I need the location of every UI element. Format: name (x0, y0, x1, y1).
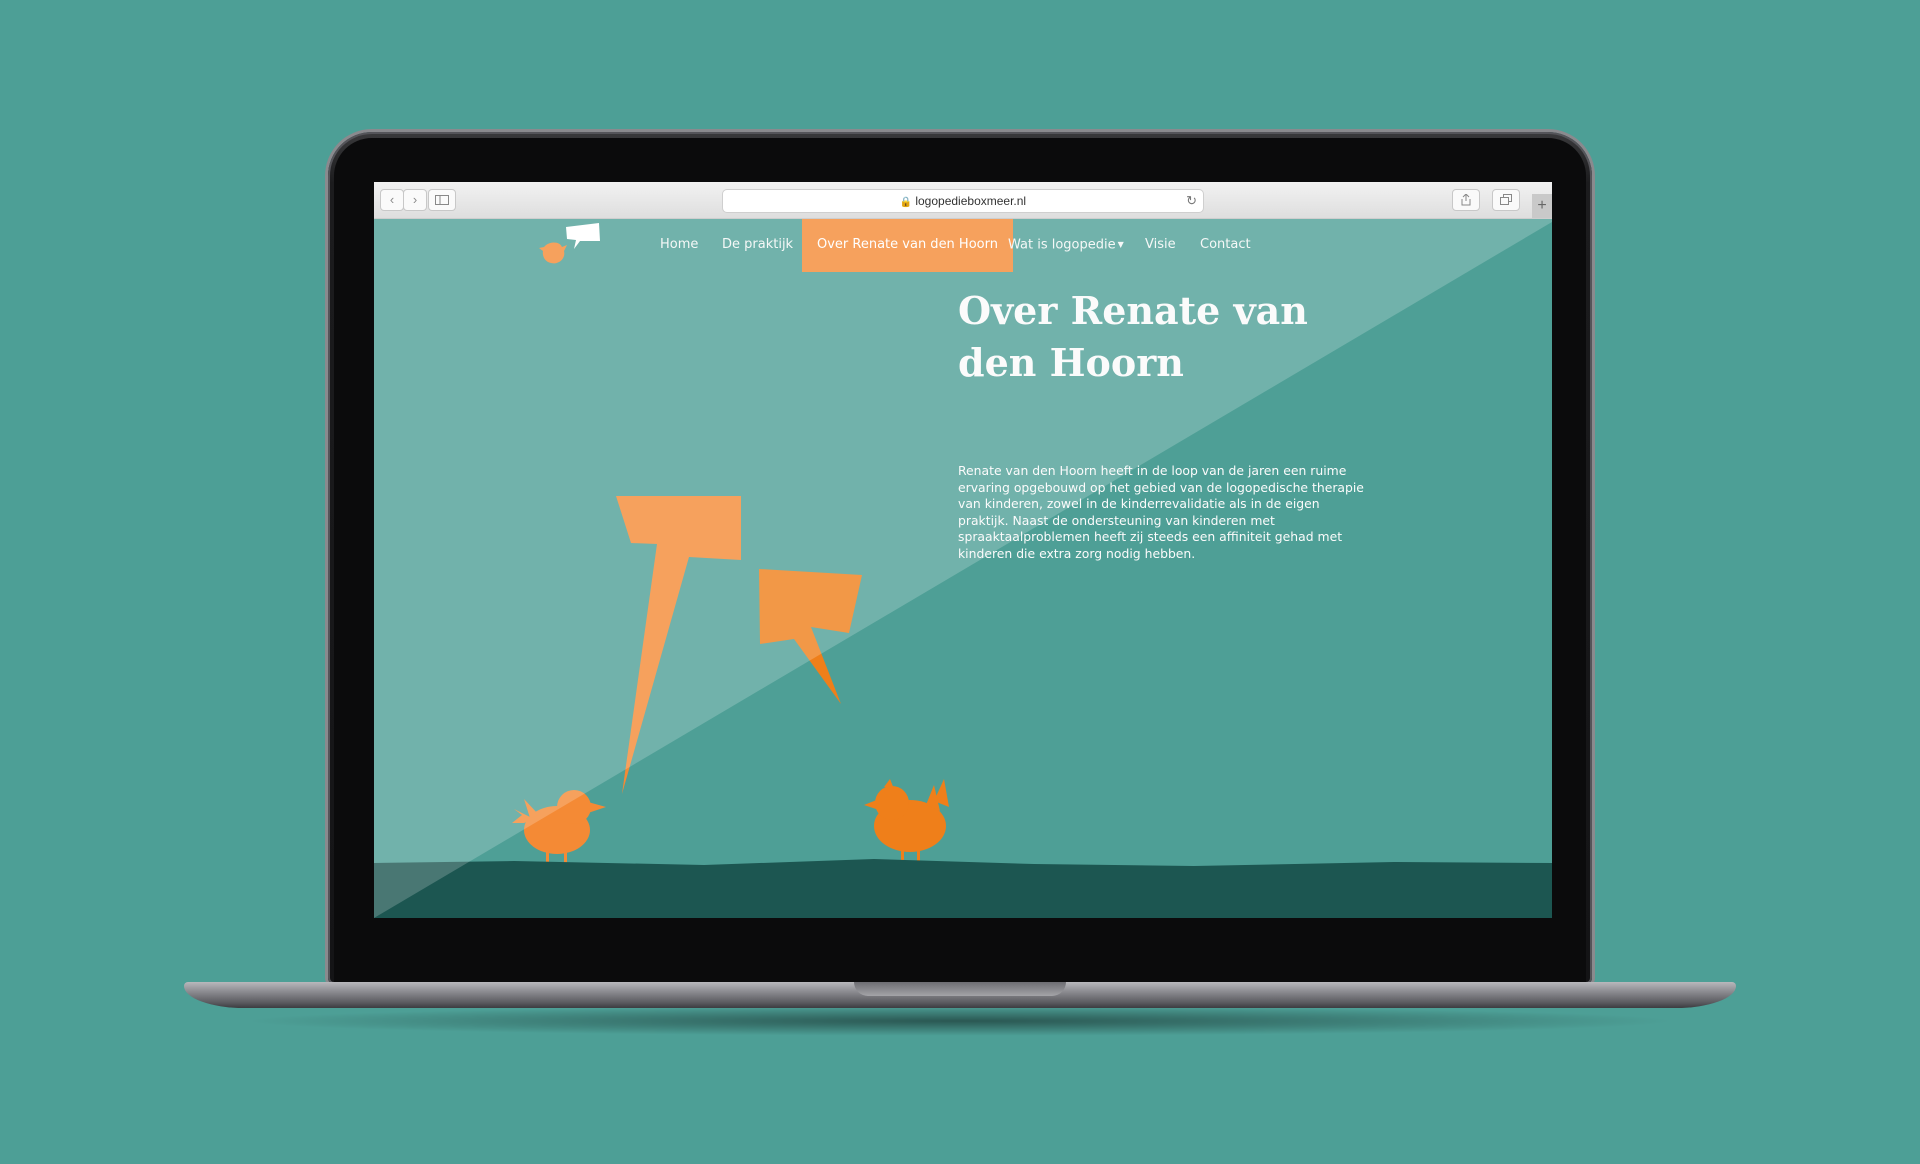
sidebar-icon[interactable] (428, 189, 456, 211)
laptop-screen: ‹ › 🔒 logopedieboxmeer.nl ↻ + Home De pr… (374, 182, 1552, 918)
caret-down-icon: ▼ (1117, 240, 1124, 249)
chevron-right-icon[interactable]: › (403, 189, 427, 211)
nav-contact[interactable]: Contact (1200, 219, 1251, 272)
ground (374, 859, 1552, 918)
nav-wat-is-logopedie-label: Wat is logopedie (1008, 237, 1116, 253)
tabs-icon[interactable] (1492, 189, 1520, 211)
page-title: Over Renate van den Hoorn (958, 288, 1308, 385)
new-tab-button[interactable]: + (1532, 194, 1552, 218)
speech-bubble-right (759, 569, 862, 704)
share-icon[interactable] (1452, 189, 1480, 211)
speech-bubble-left (616, 496, 741, 794)
browser-toolbar: ‹ › 🔒 logopedieboxmeer.nl ↻ + (374, 182, 1552, 219)
address-bar[interactable]: 🔒 logopedieboxmeer.nl ↻ (722, 189, 1204, 213)
laptop-notch (854, 982, 1066, 996)
lock-icon: 🔒 (899, 197, 913, 208)
nav-over-renate[interactable]: Over Renate van den Hoorn (802, 219, 1013, 272)
intro-paragraph: Renate van den Hoorn heeft in de loop va… (958, 463, 1364, 561)
nav-home[interactable]: Home (660, 219, 698, 272)
website: Home De praktijk Over Renate van den Hoo… (374, 219, 1552, 918)
nav-wat-is-logopedie[interactable]: Wat is logopedie ▼ (1008, 219, 1124, 272)
laptop-shadow (240, 1006, 1680, 1036)
nav-de-praktijk[interactable]: De praktijk (722, 219, 793, 272)
main-navigation: Home De praktijk Over Renate van den Hoo… (374, 219, 1552, 272)
chick-left-icon (512, 790, 606, 864)
chevron-left-icon[interactable]: ‹ (380, 189, 404, 211)
chick-right-icon (864, 779, 949, 861)
url-text: logopedieboxmeer.nl (915, 194, 1027, 208)
reload-icon[interactable]: ↻ (1186, 190, 1197, 212)
nav-visie[interactable]: Visie (1145, 219, 1176, 272)
